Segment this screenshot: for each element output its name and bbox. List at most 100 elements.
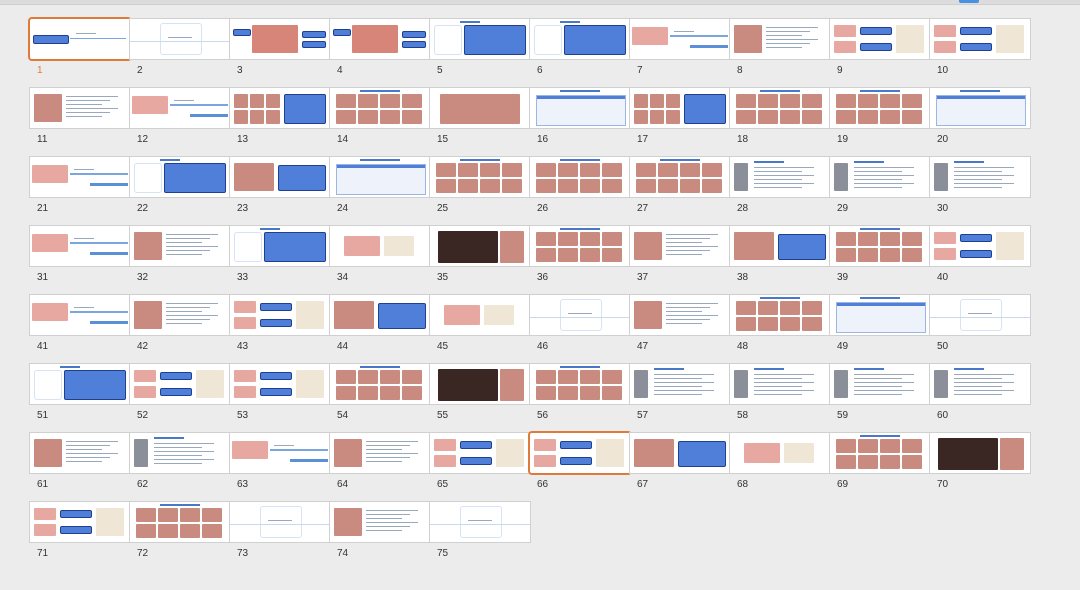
slide-preview[interactable] [830, 88, 930, 128]
slide-thumbnail[interactable]: 46 [530, 295, 630, 365]
slide-preview[interactable] [930, 157, 1030, 197]
slide-thumbnail[interactable]: 4 [330, 19, 430, 89]
slide-preview[interactable] [30, 88, 130, 128]
slide-thumbnail[interactable]: 3 [230, 19, 330, 89]
slide-thumbnail[interactable]: 52 [130, 364, 230, 434]
slide-thumbnail[interactable]: 47 [630, 295, 730, 365]
slide-preview[interactable] [630, 364, 730, 404]
slide-thumbnail[interactable]: 34 [330, 226, 430, 296]
slide-preview[interactable] [330, 19, 430, 59]
slide-preview[interactable] [830, 364, 930, 404]
slide-thumbnail[interactable]: 38 [730, 226, 830, 296]
slide-thumbnail[interactable]: 39 [830, 226, 930, 296]
slide-preview[interactable] [230, 88, 330, 128]
slide-preview[interactable] [830, 433, 930, 473]
slide-thumbnail[interactable]: 57 [630, 364, 730, 434]
slide-preview[interactable] [830, 19, 930, 59]
slide-thumbnail[interactable]: 41 [30, 295, 130, 365]
slide-thumbnail[interactable]: 48 [730, 295, 830, 365]
slide-preview[interactable] [30, 157, 130, 197]
slide-thumbnail[interactable]: 17 [630, 88, 730, 158]
slide-preview[interactable] [730, 295, 830, 335]
slide-thumbnail[interactable]: 75 [430, 502, 530, 572]
slide-preview[interactable] [130, 502, 230, 542]
slide-preview[interactable] [30, 502, 130, 542]
slide-preview[interactable] [530, 433, 630, 473]
slide-preview[interactable] [230, 364, 330, 404]
slide-thumbnail[interactable]: 51 [30, 364, 130, 434]
slide-thumbnail[interactable]: 64 [330, 433, 430, 503]
slide-preview[interactable] [630, 295, 730, 335]
slide-preview[interactable] [130, 157, 230, 197]
slide-preview[interactable] [930, 433, 1030, 473]
slide-preview[interactable] [830, 226, 930, 266]
slide-thumbnail[interactable]: 71 [30, 502, 130, 572]
slide-thumbnail[interactable]: 1 [30, 19, 130, 89]
slide-thumbnail[interactable]: 31 [30, 226, 130, 296]
slide-thumbnail[interactable]: 44 [330, 295, 430, 365]
slide-preview[interactable] [330, 364, 430, 404]
slide-thumbnail[interactable]: 53 [230, 364, 330, 434]
slide-thumbnail[interactable]: 29 [830, 157, 930, 227]
slide-preview[interactable] [30, 19, 130, 59]
slide-preview[interactable] [30, 226, 130, 266]
slide-thumbnail[interactable]: 27 [630, 157, 730, 227]
slide-thumbnail[interactable]: 65 [430, 433, 530, 503]
slide-preview[interactable] [230, 226, 330, 266]
slide-preview[interactable] [130, 433, 230, 473]
slide-thumbnail[interactable]: 22 [130, 157, 230, 227]
slide-thumbnail[interactable]: 67 [630, 433, 730, 503]
slide-preview[interactable] [130, 295, 230, 335]
slide-thumbnail[interactable]: 32 [130, 226, 230, 296]
slide-preview[interactable] [330, 502, 430, 542]
slide-thumbnail[interactable]: 62 [130, 433, 230, 503]
slide-thumbnail[interactable]: 25 [430, 157, 530, 227]
slide-thumbnail[interactable]: 42 [130, 295, 230, 365]
slide-thumbnail[interactable]: 58 [730, 364, 830, 434]
slide-preview[interactable] [130, 226, 230, 266]
slide-preview[interactable] [730, 157, 830, 197]
slide-thumbnail[interactable]: 66 [530, 433, 630, 503]
slide-preview[interactable] [430, 88, 530, 128]
slide-preview[interactable] [730, 433, 830, 473]
slide-thumbnail[interactable]: 30 [930, 157, 1030, 227]
slide-thumbnail[interactable]: 13 [230, 88, 330, 158]
slide-preview[interactable] [230, 19, 330, 59]
slide-thumbnail[interactable]: 45 [430, 295, 530, 365]
slide-preview[interactable] [130, 88, 230, 128]
slide-preview[interactable] [930, 226, 1030, 266]
slide-thumbnail[interactable]: 74 [330, 502, 430, 572]
slide-preview[interactable] [730, 88, 830, 128]
slide-thumbnail[interactable]: 33 [230, 226, 330, 296]
slide-thumbnail[interactable]: 28 [730, 157, 830, 227]
slide-preview[interactable] [730, 226, 830, 266]
slide-preview[interactable] [530, 157, 630, 197]
slide-preview[interactable] [830, 295, 930, 335]
slide-preview[interactable] [630, 433, 730, 473]
slide-preview[interactable] [330, 226, 430, 266]
slide-thumbnail[interactable]: 35 [430, 226, 530, 296]
slide-preview[interactable] [430, 226, 530, 266]
slide-thumbnail[interactable]: 8 [730, 19, 830, 89]
slide-thumbnail[interactable]: 2 [130, 19, 230, 89]
slide-thumbnail[interactable]: 15 [430, 88, 530, 158]
slide-preview[interactable] [230, 157, 330, 197]
slide-thumbnail[interactable]: 54 [330, 364, 430, 434]
slide-thumbnail[interactable]: 61 [30, 433, 130, 503]
slide-preview[interactable] [930, 364, 1030, 404]
slide-preview[interactable] [630, 19, 730, 59]
slide-thumbnail[interactable]: 50 [930, 295, 1030, 365]
slide-thumbnail[interactable]: 72 [130, 502, 230, 572]
slide-thumbnail[interactable]: 43 [230, 295, 330, 365]
slide-thumbnail[interactable]: 9 [830, 19, 930, 89]
slide-preview[interactable] [330, 433, 430, 473]
slide-preview[interactable] [530, 364, 630, 404]
slide-thumbnail[interactable]: 16 [530, 88, 630, 158]
slide-thumbnail[interactable]: 63 [230, 433, 330, 503]
slide-preview[interactable] [630, 88, 730, 128]
slide-thumbnail[interactable]: 69 [830, 433, 930, 503]
slide-thumbnail[interactable]: 56 [530, 364, 630, 434]
slide-thumbnail[interactable]: 37 [630, 226, 730, 296]
slide-preview[interactable] [230, 433, 330, 473]
slide-preview[interactable] [430, 364, 530, 404]
